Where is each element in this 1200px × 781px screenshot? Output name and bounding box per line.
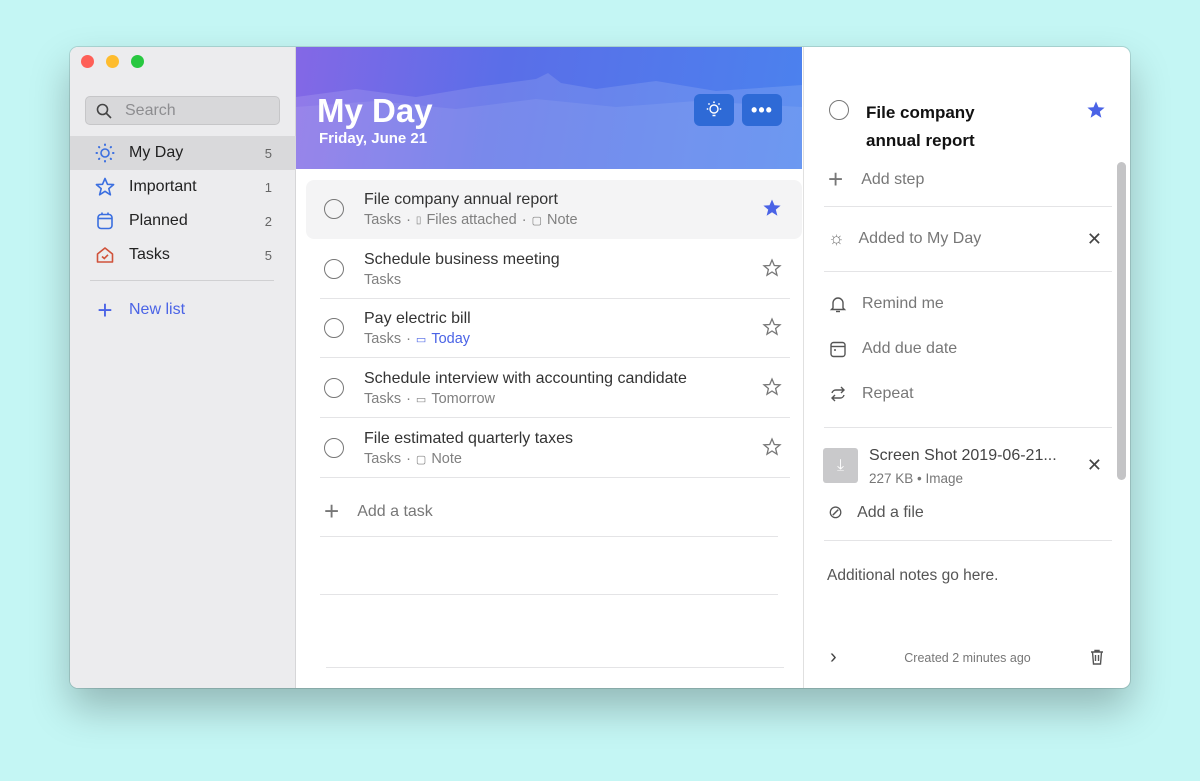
star-outline-icon[interactable] [762,377,782,397]
complete-checkbox[interactable] [324,378,344,398]
star-outline-icon[interactable] [762,437,782,457]
add-due-date-button[interactable]: Add due date [828,339,957,359]
lightbulb-icon [706,101,722,117]
sidebar: Search My Day 5 Important 1 Planned 2 Tasks… [70,47,296,688]
minimize-window-button[interactable] [106,55,119,68]
complete-checkbox[interactable] [829,100,849,120]
paperclip-icon: ▯ [415,214,422,226]
plus-icon: + [97,294,113,325]
task-row[interactable]: Schedule business meeting Tasks [306,240,802,299]
page-title: My Day [317,92,433,129]
calendar-icon: ▭ [415,333,427,346]
task-row[interactable]: Pay electric bill Tasks · ▭ Today [306,299,802,358]
star-icon [94,177,116,197]
notes-field[interactable]: Additional notes go here. [827,567,998,585]
file-download-icon[interactable]: ⤓ [823,448,858,483]
sun-icon [94,143,116,163]
complete-checkbox[interactable] [324,438,344,458]
star-filled-icon[interactable] [762,198,782,218]
repeat-button[interactable]: Repeat [828,384,914,404]
trash-icon[interactable] [1088,648,1106,666]
star-outline-icon[interactable] [762,258,782,278]
task-row[interactable]: Schedule interview with accounting candi… [306,359,802,418]
complete-checkbox[interactable] [324,318,344,338]
star-filled-icon[interactable] [1086,100,1106,120]
file-name[interactable]: Screen Shot 2019-06-21... [869,447,1057,465]
detail-title[interactable]: File company annual report [866,99,975,155]
calendar-icon: ▭ [415,393,427,406]
more-icon: ••• [751,99,773,120]
scrollbar[interactable] [1117,162,1126,480]
add-task-button[interactable]: + Add a task [324,496,433,527]
header-banner: My Day Friday, June 21 ••• [296,47,802,169]
new-list-button[interactable]: + New list [70,293,296,327]
sidebar-item-my-day[interactable]: My Day 5 [70,136,296,170]
zoom-window-button[interactable] [131,55,144,68]
sidebar-divider [90,280,274,281]
suggestions-button[interactable] [694,94,734,126]
task-row[interactable]: File estimated quarterly taxes Tasks · ▢… [306,419,802,478]
sun-icon: ☼ [828,228,845,248]
close-window-button[interactable] [81,55,94,68]
repeat-icon [831,386,845,402]
add-file-button[interactable]: ⊘ Add a file [828,502,924,523]
remove-my-day-icon[interactable]: ✕ [1087,229,1102,250]
file-meta: 227 KB • Image [869,471,964,486]
more-options-button[interactable]: ••• [742,94,782,126]
note-icon: ▢ [531,214,542,227]
sidebar-item-tasks[interactable]: Tasks 5 [70,238,296,272]
plus-icon: + [324,496,340,526]
app-window: Search My Day 5 Important 1 Planned 2 Tasks… [70,47,1130,688]
note-icon: ▢ [415,453,427,466]
paperclip-icon: ⊘ [828,502,844,522]
task-detail-pane: File company annual report + Add step ☼ Add… [803,47,1130,688]
complete-checkbox[interactable] [324,199,344,219]
complete-checkbox[interactable] [324,259,344,279]
star-outline-icon[interactable] [762,317,782,337]
task-row[interactable]: File company annual report Tasks · ▯ File… [306,180,802,239]
search-icon [96,103,112,119]
search-input[interactable]: Search [85,96,280,125]
add-step-button[interactable]: + Add step [828,164,924,195]
sidebar-item-important[interactable]: Important 1 [70,170,296,204]
remove-file-icon[interactable]: ✕ [1087,455,1102,476]
home-check-icon [94,245,116,265]
calendar-icon [94,211,116,231]
remind-me-button[interactable]: Remind me [828,294,944,314]
page-date: Friday, June 21 [319,130,428,147]
plus-icon: + [828,164,844,194]
bell-icon [829,297,847,313]
task-list-pane: My Day Friday, June 21 ••• File company … [296,47,802,688]
created-status: Created 2 minutes ago [904,651,1031,665]
calendar-icon [830,341,846,358]
sidebar-item-planned[interactable]: Planned 2 [70,204,296,238]
added-to-my-day[interactable]: ☼ Added to My Day [828,228,981,249]
